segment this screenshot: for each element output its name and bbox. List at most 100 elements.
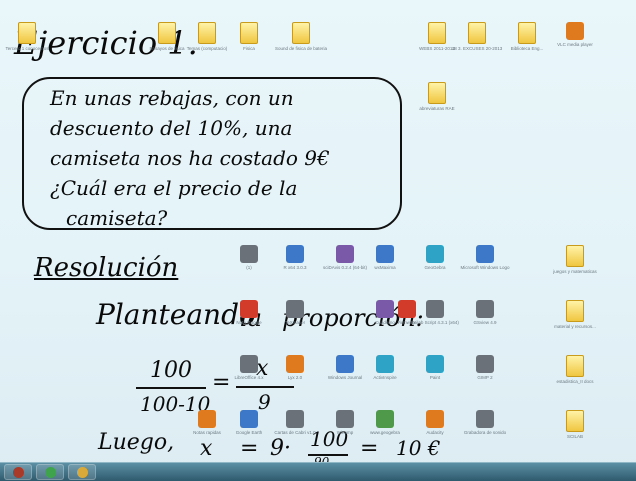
desktop-shortcut[interactable]: Cartas de Cabri v1.0 [268,410,322,436]
app-icon [13,467,24,478]
desktop-shortcut[interactable]: Fisica [222,22,276,52]
problem-box: En unas rebajas, con un descuento del 10%… [22,77,402,230]
desktop-shortcut[interactable]: GSview 4.9 [458,300,512,326]
folder-icon [428,82,446,104]
app-icon [476,300,494,318]
taskbar [0,462,636,481]
app-icon [376,410,394,428]
desktop-shortcut-label: estadistica_II docs [556,379,594,384]
desktop-shortcut[interactable]: Scilab Script 4.3.1 (x64) [408,300,462,326]
desktop-shortcut[interactable]: R x64 3.0.3 [268,245,322,271]
chrome-icon [45,467,56,478]
ink-app-button[interactable] [4,464,32,480]
desktop-shortcut-label: www.geogebra [370,430,400,435]
desktop-shortcut-label: Microsoft Windows Logo [460,265,510,270]
app-icon [376,355,394,373]
desktop-shortcut[interactable]: Audacity [408,410,462,436]
app-icon [376,245,394,263]
folder-icon [158,22,176,44]
problem-line: camiseta nos ha costado 9€ [50,146,330,170]
app-icon [240,410,258,428]
app-icon [286,410,304,428]
desktop-shortcut[interactable]: Paint [408,355,462,381]
desktop-shortcut-label: GIMP 2 [477,375,493,380]
luego-x: x [200,436,213,461]
desktop-shortcut[interactable]: Biblioteca Eng... [500,22,554,52]
desktop-shortcut[interactable]: Grabadora de sonido [458,410,512,436]
luego-equals: = [240,436,259,461]
app-icon [426,245,444,263]
app-icon [240,355,258,373]
desktop-shortcut-label: Tercero 1 conocemos [5,46,49,51]
luego-equals-2: = [360,436,379,461]
explorer-button[interactable] [68,464,96,480]
desktop-shortcut[interactable]: abreviaturas RAE [410,82,464,112]
desktop-shortcut-label: GeoGebra [424,265,446,270]
desktop-shortcut-label: GSview 4.9 [473,320,497,325]
app-icon [198,410,216,428]
folder-icon [428,22,446,44]
folder-icon [292,22,310,44]
desktop-shortcut[interactable]: Sound de fisica de bateria [274,22,328,52]
folder-icon [566,22,584,40]
fraction-1-numerator: 100 [150,358,192,383]
app-icon [240,300,258,318]
desktop-shortcut-label: Sound de fisica de bateria [274,46,328,51]
desktop-shortcut[interactable]: wxMaxima [358,245,412,271]
problem-line: ¿Cuál era el precio de la [50,176,298,200]
folder-icon [566,410,584,432]
problem-line: descuento del 10%, una [50,116,293,140]
desktop-shortcut[interactable]: VLC media player [548,22,602,48]
result-value: 10 € [396,436,441,460]
resolution-heading: Resolución [34,253,179,283]
desktop-shortcut[interactable]: juegos y matematicas [548,245,602,275]
desktop-shortcut-label: juegos y matematicas [553,269,597,274]
app-icon [476,355,494,373]
problem-line: camiseta? [66,206,168,230]
folder-icon [518,22,536,44]
desktop-shortcut-label: 18 3. EXCUSES 20-2013 [451,46,503,51]
luego-nine: 9· [270,436,291,461]
desktop-shortcut[interactable]: 18 3. EXCUSES 20-2013 [450,22,504,52]
app-icon [426,300,444,318]
app-icon [426,355,444,373]
desktop-shortcut-label: R x64 3.0.3 [283,265,307,270]
desktop-shortcut-label: TeXmaker [284,320,306,325]
desktop-shortcut[interactable]: Lyx 2.0 [268,355,322,381]
folder-icon [566,355,584,377]
desktop-shortcut-label: material y recursos... [554,324,596,329]
desktop-shortcut[interactable]: GIMP 2 [458,355,512,381]
desktop-shortcut-label: wxMaxima [374,265,396,270]
desktop-shortcut[interactable]: material y recursos... [548,300,602,330]
desktop-shortcut-label: Grabadora de sonido [463,430,507,435]
problem-line: En unas rebajas, con un [50,86,294,110]
desktop-shortcut[interactable]: estadistica_II docs [548,355,602,385]
desktop-shortcut[interactable]: www.geogebra [358,410,412,436]
app-icon [476,245,494,263]
app-icon [476,410,494,428]
app-icon [336,410,354,428]
desktop-shortcut[interactable]: TeXmaker [268,300,322,326]
desktop-shortcut-label: Biblioteca Eng... [510,46,544,51]
folder-icon [77,467,88,478]
desktop-shortcut[interactable]: GeoGebra [408,245,462,271]
chrome-button[interactable] [36,464,64,480]
desktop-shortcut[interactable]: SCILAB [548,410,602,440]
luego-text: Luego, [98,430,175,455]
problem-statement: En unas rebajas, con un descuento del 10%… [50,83,330,233]
folder-icon [566,300,584,322]
app-icon [286,300,304,318]
desktop-shortcut-label: SCILAB [566,434,583,439]
desktop-shortcut-label: Scilab Script 4.3.1 (x64) [411,320,459,325]
desktop-shortcut-label: Lyx 2.0 [287,375,303,380]
desktop-shortcut[interactable]: Microsoft Windows Logo [458,245,512,271]
folder-icon [18,22,36,44]
fraction-2-bar [236,386,294,388]
desktop-shortcut-label: Paint [429,375,441,380]
desktop-shortcut[interactable]: ActivInspire [358,355,412,381]
folder-icon [240,22,258,44]
desktop-shortcut[interactable]: Tercero 1 conocemos [0,22,54,52]
folder-icon [566,245,584,267]
desktop-shortcut-label: VLC media player [557,42,593,47]
desktop-shortcut-label: Cartas de Cabri v1.0 [274,430,316,435]
